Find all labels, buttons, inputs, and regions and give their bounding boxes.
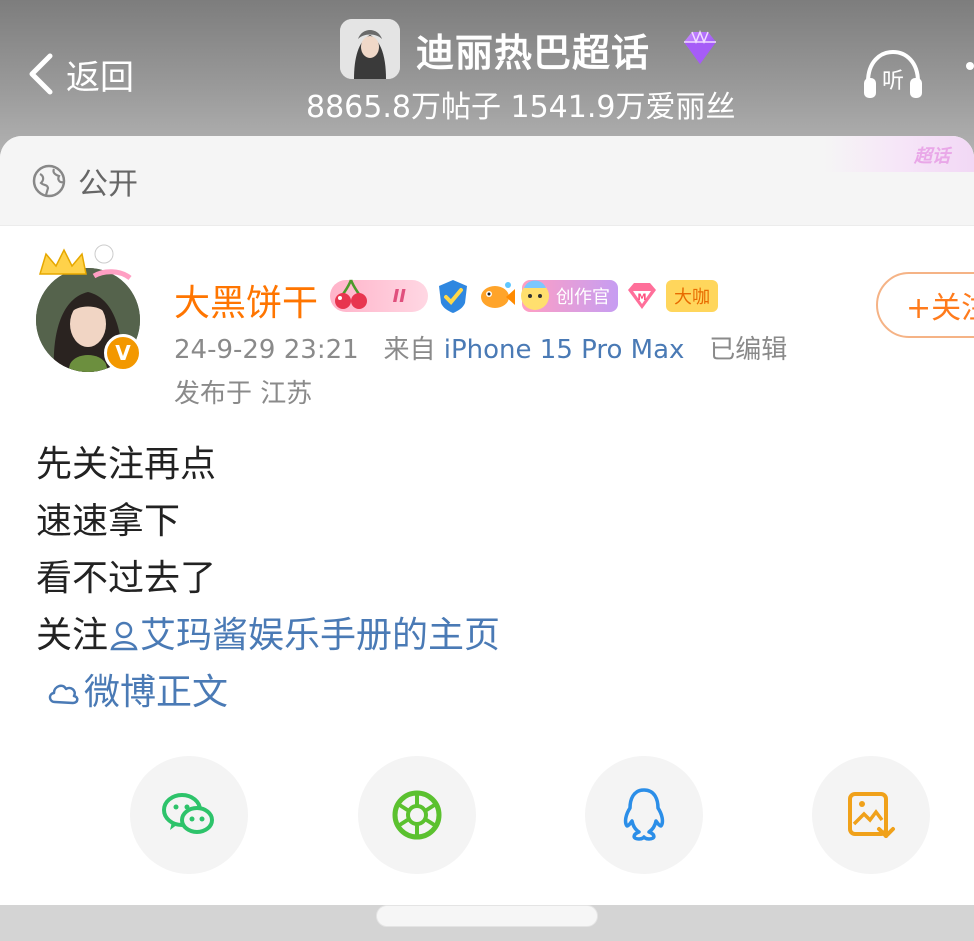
share-qq-button[interactable] [585, 756, 703, 874]
topic-title-block[interactable]: 迪丽热巴超话 8865.8万帖子 1541.9万爱丽丝 [306, 16, 760, 126]
share-targets [130, 756, 930, 876]
share-moments-button[interactable] [358, 756, 476, 874]
topic-avatar [340, 19, 400, 79]
user-icon [110, 621, 138, 651]
more-menu-icon[interactable] [966, 62, 974, 70]
creator-badge[interactable]: 创作官 [521, 280, 618, 312]
chaohua-corner-decoration [824, 136, 974, 172]
post-line: 先关注再点 [36, 444, 217, 485]
post-body: 先关注再点 速速拿下 看不过去了 关注 艾玛酱娱乐手册的主页 微博正文 [36, 436, 500, 721]
avatar-frame-decoration [38, 244, 132, 281]
post-timestamp: 24-9-29 23:21 [174, 335, 359, 365]
diamond-icon [684, 29, 716, 64]
fan-level-value: II [392, 285, 406, 307]
chaohua-tag: 超话 [914, 146, 950, 167]
headphones-listen-icon[interactable]: 听 [862, 46, 924, 102]
chevron-left-icon [29, 53, 53, 95]
qq-penguin-icon [623, 788, 665, 841]
author-badges: II 创作官 M 大咖 [330, 276, 718, 316]
back-label: 返回 [66, 57, 134, 98]
topic-stats: 8865.8万帖子 1541.9万爱丽丝 [306, 90, 736, 125]
shield-badge-icon[interactable] [434, 277, 472, 315]
cherry-icon [335, 279, 367, 309]
svg-text:听: 听 [882, 69, 904, 94]
share-card: 公开 超话 V 大黑饼干 II 创作官 M 大咖 +关 24-9-29 23:2… [0, 136, 974, 936]
post-meta: 24-9-29 23:21 来自 iPhone 15 Pro Max 已编辑 [174, 329, 787, 366]
follow-button[interactable]: +关注 [876, 272, 974, 338]
edited-label: 已编辑 [709, 335, 788, 365]
vip-gem-badge-icon[interactable]: M [624, 280, 660, 312]
share-wechat-button[interactable] [130, 756, 248, 874]
device-link[interactable]: iPhone 15 Pro Max [444, 335, 685, 365]
creator-mascot-icon [521, 280, 549, 310]
fish-badge-icon[interactable] [478, 277, 516, 315]
user-homepage-link-label: 艾玛酱娱乐手册的主页 [140, 615, 501, 656]
source-prefix: 来自 [383, 335, 436, 365]
post-line: 速速拿下 [36, 501, 181, 542]
creator-badge-label: 创作官 [556, 287, 610, 308]
post-line: 看不过去了 [36, 558, 217, 599]
weibo-link-row: 微博正文 [36, 664, 500, 721]
verified-badge: V [104, 334, 142, 372]
globe-icon [32, 164, 66, 197]
save-image-button[interactable] [812, 756, 930, 874]
save-image-icon [848, 792, 895, 838]
post-line: 关注 艾玛酱娱乐手册的主页 [36, 607, 500, 664]
wechat-icon [162, 793, 214, 834]
user-homepage-link[interactable]: 艾玛酱娱乐手册的主页 [108, 615, 500, 656]
weibo-body-link[interactable]: 微博正文 [46, 664, 500, 721]
back-button[interactable]: 返回 [26, 46, 134, 102]
moments-icon [392, 790, 442, 840]
topic-title: 迪丽热巴超话 [416, 31, 651, 75]
visibility-label: 公开 [78, 166, 138, 202]
daka-badge[interactable]: 大咖 [666, 280, 718, 312]
home-indicator[interactable] [376, 905, 598, 927]
post-line-prefix: 关注 [36, 615, 109, 656]
fan-level-badge[interactable]: II [330, 279, 428, 312]
author-name[interactable]: 大黑饼干 [174, 274, 318, 326]
cloud-icon [48, 684, 79, 704]
svg-text:M: M [638, 293, 647, 303]
weibo-body-link-label: 微博正文 [84, 672, 229, 713]
post-location: 发布于 江苏 [174, 379, 313, 409]
